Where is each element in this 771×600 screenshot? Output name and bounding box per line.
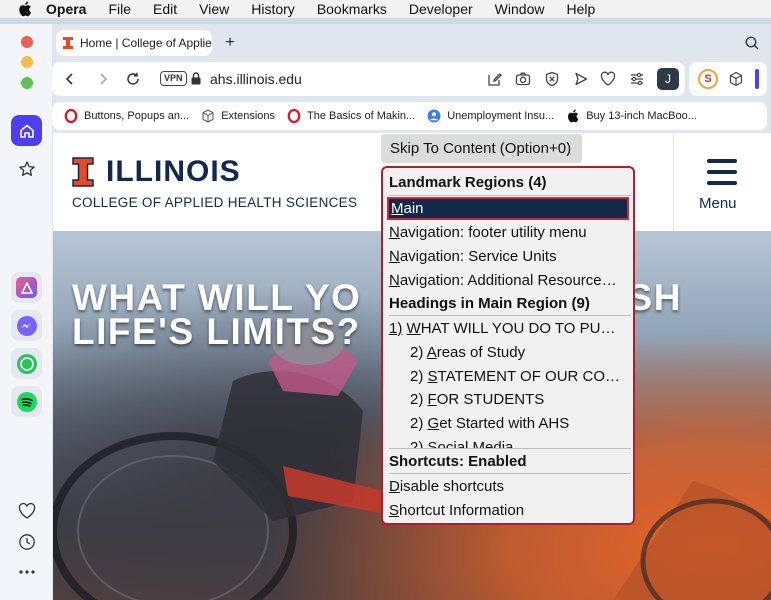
more-options-icon[interactable] xyxy=(16,561,38,583)
bookmark-item[interactable]: The Basics of Makin... xyxy=(287,109,415,123)
menu-label: Menu xyxy=(699,195,737,212)
bookmark-heart-icon[interactable] xyxy=(600,71,616,87)
divider xyxy=(389,315,631,316)
heart-icon[interactable] xyxy=(16,500,38,522)
skip-to-content-link[interactable]: Skip To Content (Option+0) xyxy=(381,134,582,163)
menu-edit[interactable]: Edit xyxy=(153,0,177,18)
heading-item[interactable]: 1) WHAT WILL YOU DO TO PU… xyxy=(389,317,629,340)
heading-item[interactable]: 2) STATEMENT OF OUR CO… xyxy=(410,365,630,388)
heading-item[interactable]: 2) Areas of Study xyxy=(410,341,630,364)
heading-item[interactable]: 2) Social Media xyxy=(410,436,630,448)
tab-search-icon[interactable] xyxy=(745,36,759,55)
cube-icon xyxy=(202,109,214,123)
opera-sidebar xyxy=(0,24,52,600)
easy-setup-icon[interactable] xyxy=(629,71,645,87)
address-bar: VPN ahs.illinois.edu J xyxy=(52,62,685,96)
tab-illinois-home[interactable]: Home | College of Applie xyxy=(56,30,212,56)
bookmark-item[interactable]: Unemployment Insu... xyxy=(427,109,554,123)
illinois-block-i-logo[interactable] xyxy=(72,157,94,187)
heading-item[interactable]: 2) Get Started with AHS xyxy=(410,412,630,435)
star-icon[interactable] xyxy=(16,158,38,180)
bookmark-label: Extensions xyxy=(221,110,275,122)
aria-ai-icon[interactable] xyxy=(11,272,42,303)
adblock-shield-icon[interactable] xyxy=(544,71,560,87)
back-icon[interactable] xyxy=(62,71,78,87)
vpn-badge[interactable]: VPN xyxy=(160,71,187,86)
menu-developer[interactable]: Developer xyxy=(409,0,473,18)
close-window-button[interactable] xyxy=(21,36,33,48)
opera-icon xyxy=(287,109,301,123)
landmarks-popup: Landmark Regions (4) Main Navigation: fo… xyxy=(381,166,635,525)
menu-view[interactable]: View xyxy=(199,0,229,18)
shortcuts-header: Shortcuts: Enabled xyxy=(389,453,527,470)
extensions-bar: S xyxy=(689,62,767,96)
menu-bookmarks[interactable]: Bookmarks xyxy=(317,0,387,18)
minimize-window-button[interactable] xyxy=(21,56,33,68)
opera-icon xyxy=(64,109,78,123)
landmark-main[interactable]: Main xyxy=(387,197,629,220)
menu-help[interactable]: Help xyxy=(566,0,595,18)
macos-menubar: Opera File Edit View History Bookmarks D… xyxy=(0,0,771,18)
hamburger-icon xyxy=(707,159,737,192)
tab-title: Home | College of Applie xyxy=(80,36,212,50)
headings-header: Headings in Main Region (9) xyxy=(389,295,590,312)
camera-icon[interactable] xyxy=(515,71,531,87)
spotify-icon[interactable] xyxy=(11,386,42,417)
divider xyxy=(389,195,631,196)
history-clock-icon[interactable] xyxy=(16,531,38,553)
menu-button[interactable]: Menu xyxy=(673,133,771,231)
extensions-cube-icon[interactable] xyxy=(728,71,744,87)
landmarks-header: Landmark Regions (4) xyxy=(389,174,547,191)
menu-history[interactable]: History xyxy=(251,0,295,18)
bookmark-item[interactable]: Extensions xyxy=(201,109,275,123)
college-name[interactable]: COLLEGE OF APPLIED HEALTH SCIENCES xyxy=(72,195,357,210)
messenger-icon[interactable] xyxy=(11,310,42,341)
menu-app-opera[interactable]: Opera xyxy=(46,0,86,18)
zoom-window-button[interactable] xyxy=(21,77,33,89)
person-icon xyxy=(427,109,441,123)
landmark-nav-service[interactable]: Navigation: Service Units xyxy=(389,245,629,268)
home-icon[interactable] xyxy=(11,115,42,146)
bookmark-item[interactable]: Buy 13-inch MacBoo... xyxy=(566,109,697,123)
apple-menu-icon[interactable] xyxy=(18,1,32,17)
send-flow-icon[interactable] xyxy=(573,71,589,87)
landmark-nav-footer[interactable]: Navigation: footer utility menu xyxy=(389,221,629,244)
whatsapp-icon[interactable] xyxy=(11,348,42,379)
heading-item[interactable]: 2) FOR STUDENTS xyxy=(410,388,630,411)
bookmark-label: The Basics of Makin... xyxy=(307,110,416,122)
menu-window[interactable]: Window xyxy=(495,0,545,18)
url-field[interactable]: ahs.illinois.edu xyxy=(210,71,302,87)
landmark-nav-additional[interactable]: Navigation: Additional Resource… xyxy=(389,269,629,292)
shortcut-information-item[interactable]: Shortcut Information xyxy=(389,499,629,522)
brand-wordmark[interactable]: ILLINOIS xyxy=(106,155,241,189)
bookmark-label: Buy 13-inch MacBoo... xyxy=(586,110,697,122)
divider xyxy=(389,448,631,449)
forward-icon[interactable] xyxy=(95,71,111,87)
apple-icon xyxy=(568,109,579,123)
illinois-favicon-icon xyxy=(63,37,73,49)
extension-s-icon[interactable]: S xyxy=(698,69,718,89)
menu-file[interactable]: File xyxy=(108,0,131,18)
new-tab-button[interactable]: + xyxy=(222,34,238,52)
edit-icon[interactable] xyxy=(487,71,503,87)
reload-icon[interactable] xyxy=(125,71,141,87)
bookmark-label: Buttons, Popups an... xyxy=(84,110,190,122)
profile-avatar[interactable]: J xyxy=(657,68,679,90)
bookmark-label: Unemployment Insu... xyxy=(447,110,555,122)
bookmarks-bar: Buttons, Popups an... Extensions The Bas… xyxy=(52,102,767,130)
divider xyxy=(389,473,631,474)
tab-strip: Home | College of Applie + xyxy=(52,24,771,60)
disable-shortcuts-item[interactable]: Disable shortcuts xyxy=(389,475,629,498)
sidebar-toggle-bar[interactable] xyxy=(755,69,759,89)
lock-icon[interactable] xyxy=(190,71,202,86)
bookmark-item[interactable]: Buttons, Popups an... xyxy=(64,109,189,123)
